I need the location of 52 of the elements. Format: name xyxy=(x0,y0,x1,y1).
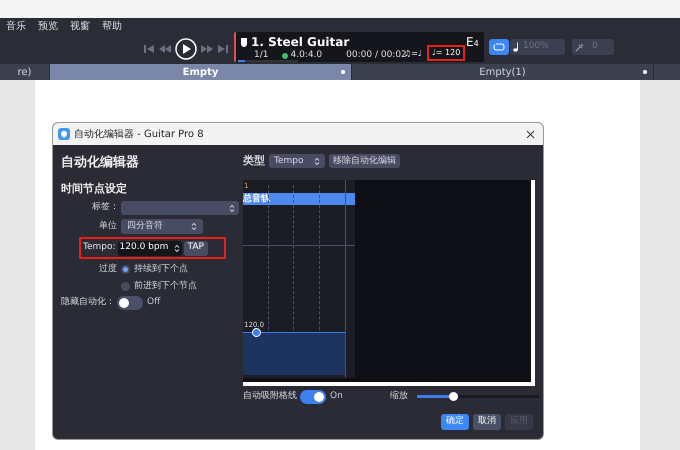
updown-icon xyxy=(314,156,320,166)
skip-back-icon[interactable] xyxy=(143,43,155,55)
remove-automation-button[interactable]: 移除自动化编辑 xyxy=(329,154,400,168)
play-icon[interactable] xyxy=(175,38,197,60)
skip-forward-icon[interactable] xyxy=(217,43,229,55)
window-title: 自动化编辑器 - Guitar Pro 8 xyxy=(74,128,204,142)
field-label: Tempo: xyxy=(83,241,117,254)
radio-option[interactable]: 前进到下个节点 xyxy=(121,280,197,293)
updown-icon xyxy=(191,222,197,231)
signature-text: 4.0:4.0 xyxy=(290,49,322,62)
close-icon[interactable] xyxy=(526,130,535,138)
dialog-button[interactable]: 确定 xyxy=(441,414,469,430)
note-equivalence: ♫=♩ xyxy=(404,48,422,60)
track-name: 1. Steel Guitar xyxy=(251,34,350,50)
menu-item[interactable]: 音乐 xyxy=(6,19,26,34)
field-label: 隐藏自动化： xyxy=(61,296,115,310)
dialog-button[interactable]: 取消 xyxy=(473,414,501,430)
tuning-fork-icon xyxy=(575,42,584,52)
type-dropdown[interactable]: Tempo xyxy=(269,154,325,168)
document-tab[interactable]: Empty xyxy=(50,64,352,80)
tap-button[interactable]: TAP xyxy=(184,240,208,256)
updown-icon xyxy=(229,204,235,212)
dialog-heading: 自动化编辑器 xyxy=(61,154,140,172)
field-label: 标签： xyxy=(91,201,120,214)
menu-item[interactable]: 预览 xyxy=(38,19,58,34)
bar-counter: 1/1 xyxy=(254,49,268,62)
menu-item[interactable]: 视窗 xyxy=(70,19,90,34)
toggle-switch[interactable] xyxy=(300,390,326,404)
rewind-icon[interactable] xyxy=(158,43,172,55)
zoom-slider[interactable] xyxy=(416,392,539,401)
loop-icon xyxy=(493,43,505,51)
toggle-switch[interactable] xyxy=(117,296,143,310)
section-heading: 时间节点设定 xyxy=(61,180,128,196)
toggle-state: Off xyxy=(147,296,160,310)
type-label: 类型 xyxy=(243,153,265,169)
time-display: 00:00 / 00:02 xyxy=(346,49,407,62)
snap-label: 自动吸附格线 xyxy=(243,390,297,403)
note-icon xyxy=(513,42,519,52)
unit-dropdown[interactable]: 四分音符 xyxy=(121,219,203,234)
field-label: 过度 xyxy=(98,263,118,276)
zoom-label: 缩放 xyxy=(390,390,408,403)
fast-forward-icon[interactable] xyxy=(200,43,214,55)
tempo-field[interactable]: 120.0 bpm xyxy=(118,240,182,256)
radio-option[interactable]: 持续到下个点 xyxy=(121,263,188,276)
key-display: E4 xyxy=(466,34,479,51)
toggle-state: On xyxy=(330,390,343,403)
app-icon xyxy=(58,128,70,140)
menu-item[interactable]: 帮助 xyxy=(102,19,122,34)
updown-icon xyxy=(174,244,180,252)
field-label: 单位 xyxy=(98,220,118,233)
tempo-display: ♩= 120 xyxy=(427,45,466,61)
loop-button[interactable] xyxy=(489,39,509,55)
